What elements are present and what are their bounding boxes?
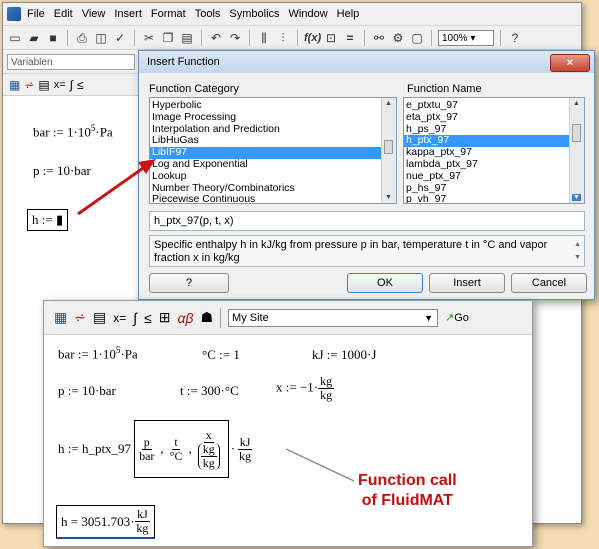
right-bracket [223,420,229,478]
calculus-icon[interactable]: ∫ [133,310,137,326]
bar-definition-text: bar := 1·10 [58,346,116,362]
evaluation-icon[interactable]: x= [113,311,126,325]
fraction-denominator: kg [136,521,149,535]
left-bracket: p bar , t °C , x kg kg [134,420,224,478]
x-definition[interactable]: x := −1· kg kg [276,374,335,402]
annotation-line-2: of FluidMAT [361,492,453,509]
kj-per-kg-fraction: kJ kg [237,434,253,463]
kj-definition[interactable]: kJ := 1000·J [312,347,376,363]
toolbar-divider [220,307,222,328]
fraction-numerator: p [141,434,152,450]
kg-per-kg-fraction: kg kg [318,374,335,402]
graph-icon[interactable]: ⩫ [74,309,86,326]
go-arrow-icon: ↗ [445,312,455,324]
h-function-call[interactable]: h := h_ptx_97 p bar , t °C , x kg kg · kJ kg [58,417,253,481]
annotation-line-1: Function call [358,472,457,489]
fraction-numerator: t [172,434,180,450]
arrow-shaft [77,164,147,216]
p-definition[interactable]: p := 10·bar [58,383,116,399]
h-result-region[interactable]: h = 3051.703· kJ kg [56,505,156,539]
annotation-label: Function call of FluidMAT [358,471,457,511]
kj-per-kg-fraction: kJ kg [134,508,150,535]
bar-unit: ·Pa [120,346,138,362]
fraction-numerator: kg [200,441,217,457]
fraction-denominator: kg [320,388,333,402]
fraction-denominator: bar [139,448,155,463]
fraction-numerator: kg [318,374,335,389]
fraction-numerator: kJ [135,507,150,522]
annotation-leader-line [285,448,355,482]
fraction-numerator: kJ [237,434,253,450]
matrix-icon[interactable]: ▤ [93,309,106,326]
site-select-value: My Site [232,311,269,324]
comma-separator: , [160,441,164,456]
symbolic-icon[interactable]: ☗ [200,309,213,326]
h-result-text: h = 3051.703· [61,513,135,529]
calculator-icon[interactable]: ▦ [54,309,67,326]
leader-line [285,448,355,482]
boolean-icon[interactable]: ≤ [144,310,152,326]
fraction-numerator: x [203,427,214,443]
degc-definition[interactable]: °C := 1 [202,347,240,363]
programming-icon[interactable]: ⊞ [159,309,171,326]
site-select[interactable]: My Site ▼ [228,308,439,327]
fraction-denominator: kg kg [196,441,222,470]
math-toolbar: ▦ ⩫ ▤ x= ∫ ≤ ⊞ αβ ☗ My Site ▼ ↗Go [44,301,532,335]
chevron-down-icon: ▼ [424,312,434,323]
t-definition[interactable]: t := 300·°C [180,383,239,399]
arrow-head [138,159,156,174]
kg-per-kg-fraction: kg kg [200,441,217,470]
x-definition-text: x := −1· [276,379,319,395]
p-over-bar-fraction: p bar [137,434,156,463]
greek-icon[interactable]: αβ [177,310,193,326]
result-worksheet-panel: ▦ ⩫ ▤ x= ∫ ≤ ⊞ αβ ☗ My Site ▼ ↗Go bar := … [43,300,533,547]
fraction-denominator: kg [239,448,252,463]
go-button[interactable]: ↗Go [445,311,469,324]
fraction-denominator: kg [202,455,215,470]
multiply-dot: · [230,441,236,456]
parenthesized-unit: kg kg [197,441,220,470]
x-over-kg-fraction: x kg kg [196,427,222,470]
go-label: Go [454,312,469,324]
t-over-degc-fraction: t °C [168,434,185,463]
fraction-denominator: °C [169,448,183,463]
bar-definition[interactable]: bar := 1·105·Pa [58,345,138,362]
comma-separator: , [188,441,192,456]
h-function-name: h := h_ptx_97 [58,441,132,456]
